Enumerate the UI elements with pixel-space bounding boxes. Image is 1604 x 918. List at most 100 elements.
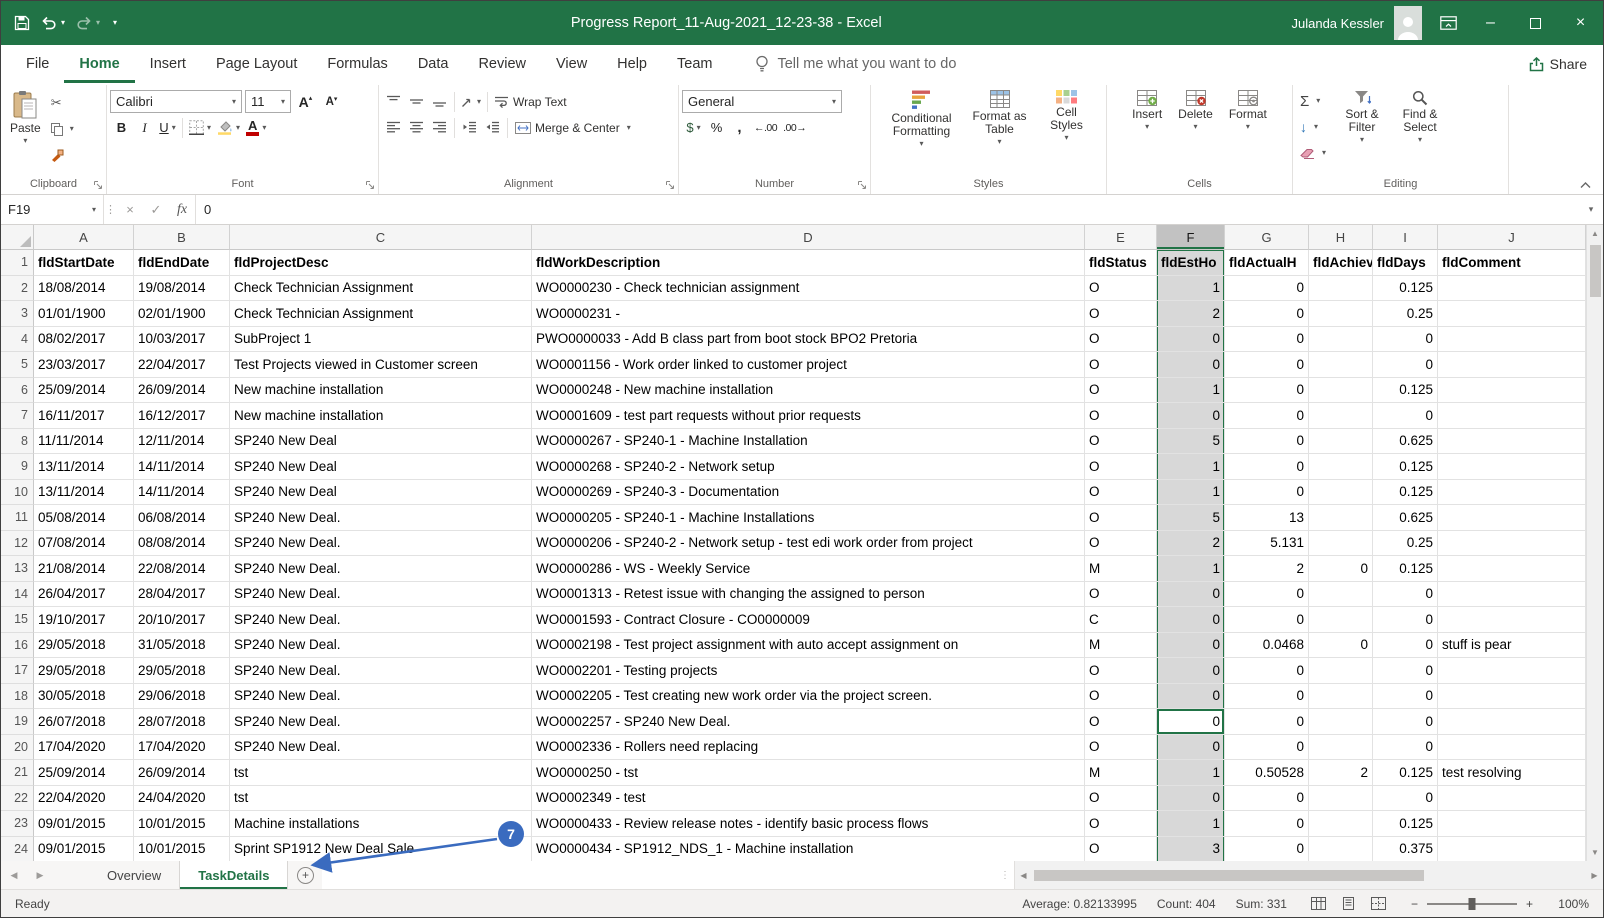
cell-D14[interactable]: WO0001313 - Retest issue with changing t… — [532, 582, 1085, 608]
row-header-8[interactable]: 8 — [1, 429, 34, 455]
conditional-formatting-button[interactable]: Conditional Formatting ▾ — [882, 87, 962, 176]
cancel-entry-button[interactable]: × — [117, 195, 143, 224]
cell-H23[interactable] — [1309, 811, 1373, 837]
cell-F10[interactable]: 1 — [1157, 480, 1225, 506]
cell-I13[interactable]: 0.125 — [1373, 556, 1438, 582]
align-bottom-button[interactable] — [428, 90, 451, 113]
cell-D13[interactable]: WO0000286 - WS - Weekly Service — [532, 556, 1085, 582]
cell-E1[interactable]: fldStatus — [1085, 250, 1157, 276]
cell-J7[interactable] — [1438, 403, 1586, 429]
cell-I14[interactable]: 0 — [1373, 582, 1438, 608]
row-header-2[interactable]: 2 — [1, 276, 34, 302]
cell-G2[interactable]: 0 — [1225, 276, 1309, 302]
cell-F21[interactable]: 1 — [1157, 760, 1225, 786]
chevron-down-icon[interactable]: ▾ — [61, 19, 65, 27]
cell-J4[interactable] — [1438, 327, 1586, 353]
cell-I11[interactable]: 0.625 — [1373, 505, 1438, 531]
cell-H5[interactable] — [1309, 352, 1373, 378]
cell-B20[interactable]: 17/04/2020 — [134, 735, 230, 761]
cell-E3[interactable]: O — [1085, 301, 1157, 327]
cell-D5[interactable]: WO0001156 - Work order linked to custome… — [532, 352, 1085, 378]
minimize-button[interactable]: – — [1468, 1, 1513, 45]
cell-H3[interactable] — [1309, 301, 1373, 327]
cell-G24[interactable]: 0 — [1225, 837, 1309, 862]
cell-A8[interactable]: 11/11/2014 — [34, 429, 134, 455]
row-header-3[interactable]: 3 — [1, 301, 34, 327]
find-select-button[interactable]: Find & Select ▾ — [1394, 87, 1446, 176]
cell-H7[interactable] — [1309, 403, 1373, 429]
cell-I24[interactable]: 0.375 — [1373, 837, 1438, 862]
cell-I12[interactable]: 0.25 — [1373, 531, 1438, 557]
new-sheet-button[interactable]: + — [288, 861, 322, 889]
cell-I21[interactable]: 0.125 — [1373, 760, 1438, 786]
increase-font-size-button[interactable]: A▴ — [294, 90, 317, 113]
cell-D3[interactable]: WO0000231 - — [532, 301, 1085, 327]
cell-I4[interactable]: 0 — [1373, 327, 1438, 353]
decrease-font-size-button[interactable]: A▾ — [320, 90, 343, 113]
cell-A4[interactable]: 08/02/2017 — [34, 327, 134, 353]
cell-F20[interactable]: 0 — [1157, 735, 1225, 761]
cell-G14[interactable]: 0 — [1225, 582, 1309, 608]
cell-A5[interactable]: 23/03/2017 — [34, 352, 134, 378]
cell-G4[interactable]: 0 — [1225, 327, 1309, 353]
cell-F9[interactable]: 1 — [1157, 454, 1225, 480]
cell-F15[interactable]: 0 — [1157, 607, 1225, 633]
vertical-scrollbar[interactable]: ▲ ▼ — [1586, 225, 1603, 861]
clear-button[interactable]: ▾ — [1296, 142, 1330, 164]
cell-F24[interactable]: 3 — [1157, 837, 1225, 862]
cell-A16[interactable]: 29/05/2018 — [34, 633, 134, 659]
cell-C7[interactable]: New machine installation — [230, 403, 532, 429]
cell-E16[interactable]: M — [1085, 633, 1157, 659]
save-button[interactable] — [9, 9, 35, 37]
cell-I3[interactable]: 0.25 — [1373, 301, 1438, 327]
cell-J17[interactable] — [1438, 658, 1586, 684]
cell-C5[interactable]: Test Projects viewed in Customer screen — [230, 352, 532, 378]
scroll-left-button[interactable]: ◀ — [1015, 871, 1032, 880]
clipboard-dialog-launcher[interactable] — [93, 180, 103, 190]
cell-B9[interactable]: 14/11/2014 — [134, 454, 230, 480]
ribbon-tab-team[interactable]: Team — [662, 45, 727, 83]
cell-J12[interactable] — [1438, 531, 1586, 557]
cell-I1[interactable]: fldDays — [1373, 250, 1438, 276]
name-box-splitter[interactable]: ⋮ — [103, 195, 117, 224]
row-header-23[interactable]: 23 — [1, 811, 34, 837]
cell-D24[interactable]: WO0000434 - SP1912_NDS_1 - Machine insta… — [532, 837, 1085, 862]
cell-G1[interactable]: fldActualH — [1225, 250, 1309, 276]
cell-E18[interactable]: O — [1085, 684, 1157, 710]
cell-F6[interactable]: 1 — [1157, 378, 1225, 404]
cell-B4[interactable]: 10/03/2017 — [134, 327, 230, 353]
cell-H21[interactable]: 2 — [1309, 760, 1373, 786]
cell-E15[interactable]: C — [1085, 607, 1157, 633]
page-layout-view-button[interactable] — [1337, 894, 1361, 914]
cell-C3[interactable]: Check Technician Assignment — [230, 301, 532, 327]
wrap-text-button[interactable]: Wrap Text — [491, 91, 571, 113]
row-header-10[interactable]: 10 — [1, 480, 34, 506]
cell-E12[interactable]: O — [1085, 531, 1157, 557]
cell-I16[interactable]: 0 — [1373, 633, 1438, 659]
sheet-tab-overview[interactable]: Overview — [89, 861, 180, 889]
cut-button[interactable]: ✂ — [47, 92, 78, 114]
redo-button[interactable]: ▾ — [70, 9, 105, 37]
cell-A24[interactable]: 09/01/2015 — [34, 837, 134, 862]
cell-E23[interactable]: O — [1085, 811, 1157, 837]
scroll-down-button[interactable]: ▼ — [1587, 844, 1603, 861]
cell-B3[interactable]: 02/01/1900 — [134, 301, 230, 327]
share-button[interactable]: Share — [1529, 45, 1587, 83]
row-header-12[interactable]: 12 — [1, 531, 34, 557]
zoom-slider-thumb[interactable] — [1468, 898, 1475, 910]
cell-A12[interactable]: 07/08/2014 — [34, 531, 134, 557]
chevron-down-icon[interactable]: ▾ — [96, 19, 100, 27]
zoom-out-button[interactable]: − — [1411, 897, 1418, 911]
cell-C9[interactable]: SP240 New Deal — [230, 454, 532, 480]
insert-cells-button[interactable]: Insert ▾ — [1126, 87, 1168, 176]
cell-D11[interactable]: WO0000205 - SP240-1 - Machine Installati… — [532, 505, 1085, 531]
cell-G19[interactable]: 0 — [1225, 709, 1309, 735]
cell-C19[interactable]: SP240 New Deal. — [230, 709, 532, 735]
scroll-right-button[interactable]: ▶ — [1586, 871, 1603, 880]
customize-quick-access-button[interactable]: ▾ — [105, 9, 122, 37]
cell-D17[interactable]: WO0002201 - Testing projects — [532, 658, 1085, 684]
cell-F12[interactable]: 2 — [1157, 531, 1225, 557]
row-header-13[interactable]: 13 — [1, 556, 34, 582]
cell-J8[interactable] — [1438, 429, 1586, 455]
cell-A15[interactable]: 19/10/2017 — [34, 607, 134, 633]
